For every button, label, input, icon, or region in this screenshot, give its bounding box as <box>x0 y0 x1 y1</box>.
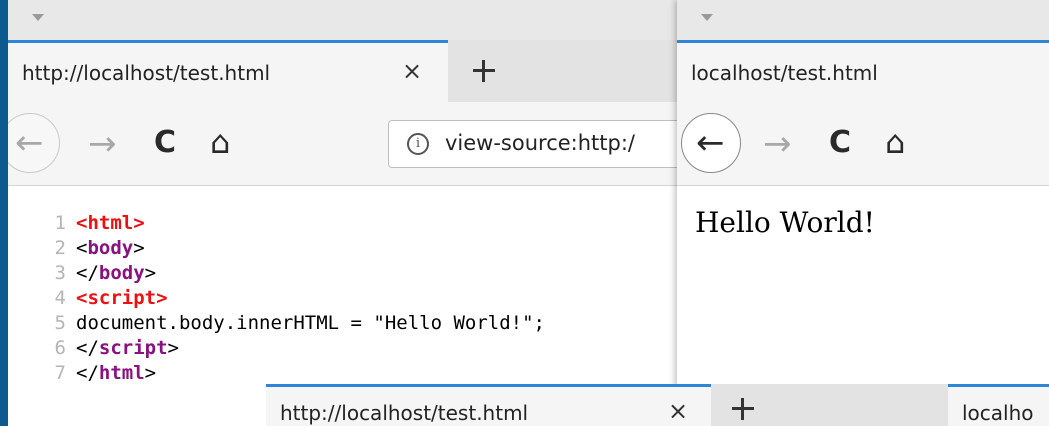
source-line: 6 </script> <box>8 337 179 361</box>
forward-arrow-icon[interactable]: → <box>88 127 117 161</box>
new-tab-plus-icon[interactable] <box>469 56 499 86</box>
home-icon[interactable]: ⌂ <box>210 126 230 158</box>
source-token: </ <box>76 362 99 384</box>
back-button[interactable]: ← <box>681 113 741 173</box>
source-line: 1 <html> <box>8 212 145 236</box>
line-number: 6 <box>54 337 66 359</box>
tab-background-rendered[interactable]: localho <box>948 384 1049 426</box>
line-number: 3 <box>54 262 66 284</box>
source-token: </ <box>76 337 99 359</box>
tab-view-source[interactable]: http://localhost/test.html × <box>8 40 448 102</box>
source-token: > <box>167 337 179 359</box>
source-token: < <box>76 287 88 309</box>
tab-background-source[interactable]: http://localhost/test.html × <box>266 384 711 426</box>
source-token: script <box>98 337 168 359</box>
source-token: body <box>87 237 134 259</box>
page-content: Hello World! <box>677 186 1049 386</box>
title-bar[interactable] <box>8 0 677 40</box>
source-line: 3 </body> <box>8 262 157 286</box>
line-number: 1 <box>54 212 66 234</box>
source-token: > <box>144 262 157 284</box>
info-icon[interactable]: i <box>407 133 429 155</box>
reload-icon[interactable]: C <box>829 128 851 158</box>
line-number: 4 <box>54 287 66 309</box>
navigation-toolbar: ← → C ⌂ i view-source:http:/ <box>8 102 677 186</box>
line-number: 2 <box>54 237 66 259</box>
source-token: html <box>87 212 134 234</box>
source-token: < <box>76 237 88 259</box>
source-line: 7 </html> <box>8 362 157 386</box>
home-icon[interactable]: ⌂ <box>885 126 905 158</box>
tab-rendered[interactable]: localhost/test.html <box>677 40 1049 102</box>
tab-close-icon[interactable]: × <box>668 397 688 425</box>
source-token: > <box>133 212 145 234</box>
rendered-window: localhost/test.html ← → C ⌂ Hello World! <box>677 0 1049 426</box>
source-line: 4 <script> <box>8 287 168 311</box>
source-token: > <box>133 237 145 259</box>
new-tab-plus-icon[interactable] <box>728 394 758 424</box>
source-token: document.body.innerHTML = "Hello World!"… <box>76 312 545 334</box>
tab-close-icon[interactable]: × <box>402 57 422 85</box>
tab-strip: localhost/test.html <box>677 40 1049 102</box>
back-arrow-icon: ← <box>15 123 44 163</box>
source-token: </ <box>76 262 99 284</box>
hello-world-text: Hello World! <box>695 206 875 239</box>
source-token: body <box>98 262 145 284</box>
url-bar[interactable]: i view-source:http:/ <box>388 120 677 168</box>
back-button[interactable]: ← <box>8 113 60 173</box>
tab-title: localhost/test.html <box>691 61 878 85</box>
url-text[interactable]: view-source:http:/ <box>445 131 635 155</box>
tab-title: http://localhost/test.html <box>22 61 271 85</box>
source-token: < <box>76 212 88 234</box>
reload-icon[interactable]: C <box>154 128 176 158</box>
tab-title: http://localhost/test.html <box>280 401 529 425</box>
tab-title: localho <box>962 401 1034 425</box>
source-token: html <box>98 362 145 384</box>
source-line: 2 <body> <box>8 237 145 261</box>
tab-strip: http://localhost/test.html × <box>8 40 677 102</box>
line-number: 7 <box>54 362 66 384</box>
title-bar[interactable] <box>677 0 1049 40</box>
background-window: http://localhost/test.html × localho <box>266 384 1049 426</box>
line-number: 5 <box>54 312 66 334</box>
source-token: script <box>87 287 157 309</box>
forward-arrow-icon[interactable]: → <box>763 127 792 161</box>
source-line: 5 document.body.innerHTML = "Hello World!… <box>8 312 545 336</box>
view-source-window: http://localhost/test.html × ← → C ⌂ i v… <box>8 0 677 426</box>
source-token: > <box>144 362 157 384</box>
navigation-toolbar: ← → C ⌂ <box>677 102 1049 186</box>
back-arrow-icon: ← <box>696 123 725 163</box>
source-token: > <box>156 287 168 309</box>
window-menu-arrow-icon[interactable] <box>701 14 713 21</box>
window-menu-arrow-icon[interactable] <box>32 14 44 21</box>
